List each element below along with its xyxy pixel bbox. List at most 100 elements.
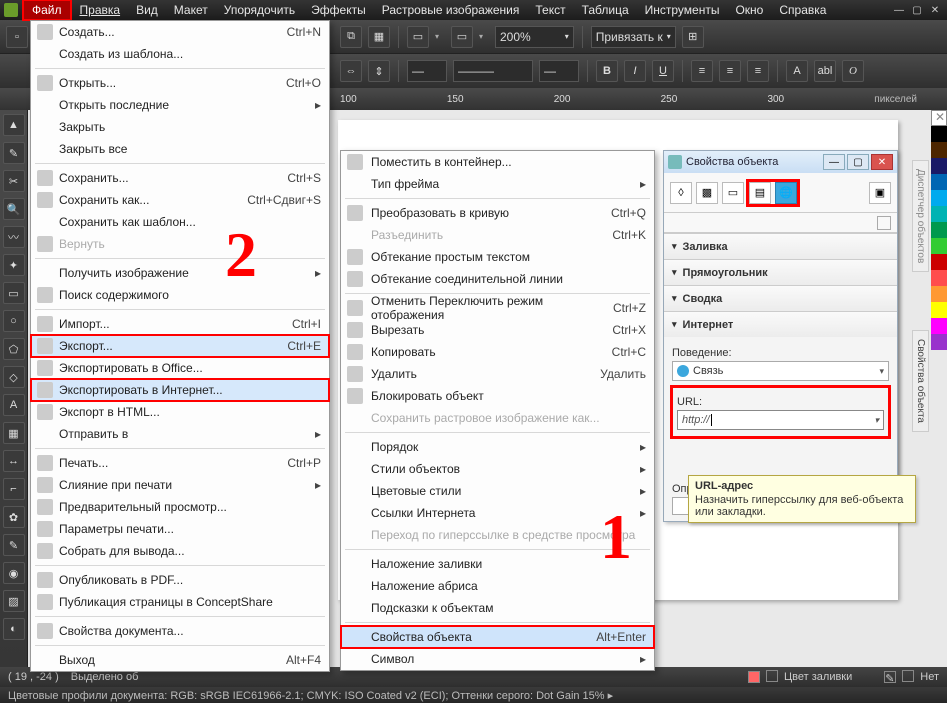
italic-icon[interactable]: I bbox=[624, 60, 646, 82]
snap-select[interactable]: Привязать к ▾ bbox=[591, 26, 676, 48]
tab-internet-icon[interactable]: 🌐 bbox=[775, 182, 797, 204]
fill-tool-icon[interactable]: ▨ bbox=[3, 590, 25, 612]
file-menu-item[interactable]: Сохранить как шаблон... bbox=[31, 211, 329, 233]
tool-icon[interactable]: ⊞ bbox=[682, 26, 704, 48]
window-restore-icon[interactable]: ▢ bbox=[909, 3, 925, 17]
file-menu-item[interactable]: Экспорт...Ctrl+E bbox=[31, 335, 329, 357]
interactive-tool-icon[interactable]: ✿ bbox=[3, 506, 25, 528]
ellipse-tool-icon[interactable]: ○ bbox=[3, 310, 25, 332]
crop-tool-icon[interactable]: ✂ bbox=[3, 170, 25, 192]
interactive-fill-icon[interactable]: ◐ bbox=[3, 618, 25, 640]
menu-help[interactable]: Справка bbox=[771, 1, 834, 19]
context-menu-item[interactable]: Порядок▸ bbox=[341, 436, 654, 458]
tool-icon[interactable]: ▭ bbox=[451, 26, 473, 48]
context-menu-item[interactable]: Наложение абриса bbox=[341, 575, 654, 597]
window-minimize-icon[interactable]: — bbox=[891, 3, 907, 17]
line-style-select[interactable]: — bbox=[407, 60, 447, 82]
objprops-maximize-icon[interactable]: ▢ bbox=[847, 154, 869, 170]
context-menu-item[interactable]: Обтекание соединительной линии bbox=[341, 268, 654, 290]
pick-tool-icon[interactable]: ▲ bbox=[3, 114, 25, 136]
text-icon[interactable]: A bbox=[786, 60, 808, 82]
align-left-icon[interactable]: ≡ bbox=[691, 60, 713, 82]
dimension-tool-icon[interactable]: ↔ bbox=[3, 450, 25, 472]
file-menu-item[interactable]: Слияние при печати▸ bbox=[31, 474, 329, 496]
url-input[interactable]: http:// bbox=[677, 410, 884, 430]
tab-rect-icon[interactable]: ▭ bbox=[722, 182, 744, 204]
table-tool-icon[interactable]: ▦ bbox=[3, 422, 25, 444]
file-menu-item[interactable]: Экспортировать в Office... bbox=[31, 357, 329, 379]
section-summary[interactable]: Сводка bbox=[664, 285, 897, 311]
file-menu-item[interactable]: Сохранить как...Ctrl+Сдвиг+S bbox=[31, 189, 329, 211]
lock-scroll-icon[interactable] bbox=[877, 216, 891, 230]
align-icon[interactable]: ⇕ bbox=[368, 60, 390, 82]
file-menu-item[interactable]: Закрыть все bbox=[31, 138, 329, 160]
context-menu-item[interactable]: Поместить в контейнер... bbox=[341, 151, 654, 173]
tool-icon[interactable]: ▭ bbox=[407, 26, 429, 48]
tool-icon[interactable]: ⧉ bbox=[340, 26, 362, 48]
align-icon[interactable]: ⇔ bbox=[340, 60, 362, 82]
context-menu-item[interactable]: Подсказки к объектам bbox=[341, 597, 654, 619]
context-menu-item[interactable]: Отменить Переключить режим отображенияCt… bbox=[341, 297, 654, 319]
tool-icon[interactable]: ▦ bbox=[368, 26, 390, 48]
freehand-tool-icon[interactable]: 〰 bbox=[3, 226, 25, 248]
menu-effects[interactable]: Эффекты bbox=[303, 1, 374, 19]
file-menu-item[interactable]: Открыть последние▸ bbox=[31, 94, 329, 116]
menu-window[interactable]: Окно bbox=[727, 1, 771, 19]
context-menu-item[interactable]: Преобразовать в кривуюCtrl+Q bbox=[341, 202, 654, 224]
file-menu-item[interactable]: Открыть...Ctrl+O bbox=[31, 72, 329, 94]
smart-tool-icon[interactable]: ✦ bbox=[3, 254, 25, 276]
eyedropper-tool-icon[interactable]: ✎ bbox=[3, 534, 25, 556]
menu-arrange[interactable]: Упорядочить bbox=[216, 1, 303, 19]
color-swatch[interactable] bbox=[931, 142, 947, 158]
o-icon[interactable]: O bbox=[842, 60, 864, 82]
context-menu-item[interactable]: Обтекание простым текстом bbox=[341, 246, 654, 268]
new-doc-icon[interactable]: ▫ bbox=[6, 26, 28, 48]
align-right-icon[interactable]: ≡ bbox=[747, 60, 769, 82]
window-close-icon[interactable]: ✕ bbox=[927, 3, 943, 17]
color-swatch[interactable] bbox=[931, 286, 947, 302]
basic-shapes-icon[interactable]: ◇ bbox=[3, 366, 25, 388]
outline-tool-icon[interactable]: ◉ bbox=[3, 562, 25, 584]
section-rect[interactable]: Прямоугольник bbox=[664, 259, 897, 285]
objprops-close-icon[interactable]: ✕ bbox=[871, 154, 893, 170]
tab-summary-icon[interactable]: ▤ bbox=[749, 182, 771, 204]
file-menu-item[interactable]: Создать из шаблона... bbox=[31, 43, 329, 65]
context-menu-item[interactable]: Стили объектов▸ bbox=[341, 458, 654, 480]
zoom-tool-icon[interactable]: 🔍 bbox=[3, 198, 25, 220]
objprops-minimize-icon[interactable]: — bbox=[823, 154, 845, 170]
file-menu-item[interactable]: Сохранить...Ctrl+S bbox=[31, 167, 329, 189]
color-swatch[interactable] bbox=[931, 222, 947, 238]
menu-layout[interactable]: Макет bbox=[166, 1, 216, 19]
tab-fill-icon[interactable]: ▩ bbox=[696, 182, 718, 204]
color-swatch[interactable] bbox=[931, 270, 947, 286]
underline-icon[interactable]: U bbox=[652, 60, 674, 82]
file-menu-item[interactable]: Экспорт в HTML... bbox=[31, 401, 329, 423]
file-menu-item[interactable]: Публикация страницы в ConceptShare bbox=[31, 591, 329, 613]
file-menu-item[interactable]: Опубликовать в PDF... bbox=[31, 569, 329, 591]
menu-text[interactable]: Текст bbox=[527, 1, 573, 19]
shape-tool-icon[interactable]: ✎ bbox=[3, 142, 25, 164]
behavior-select[interactable]: Связь bbox=[672, 361, 889, 381]
polygon-tool-icon[interactable]: ⬠ bbox=[3, 338, 25, 360]
text-tool-icon[interactable]: A bbox=[3, 394, 25, 416]
menu-view[interactable]: Вид bbox=[128, 1, 166, 19]
section-fill[interactable]: Заливка bbox=[664, 233, 897, 259]
menu-tools[interactable]: Инструменты bbox=[637, 1, 728, 19]
file-menu-item[interactable]: Экспортировать в Интернет... bbox=[31, 379, 329, 401]
file-menu-item[interactable]: ВыходAlt+F4 bbox=[31, 649, 329, 671]
docker-tab-objects-manager[interactable]: Диспетчер объектов bbox=[912, 160, 929, 272]
menu-edit[interactable]: Правка bbox=[72, 1, 129, 19]
color-swatch[interactable] bbox=[931, 318, 947, 334]
file-menu-item[interactable]: Печать...Ctrl+P bbox=[31, 452, 329, 474]
color-swatch[interactable] bbox=[931, 206, 947, 222]
file-menu-item[interactable]: Собрать для вывода... bbox=[31, 540, 329, 562]
docker-tab-object-props[interactable]: Свойства объекта bbox=[912, 330, 929, 432]
color-swatch[interactable] bbox=[931, 334, 947, 350]
file-menu-item[interactable]: Импорт...Ctrl+I bbox=[31, 313, 329, 335]
file-menu-item[interactable]: Поиск содержимого bbox=[31, 284, 329, 306]
menu-bitmaps[interactable]: Растровые изображения bbox=[374, 1, 528, 19]
arrow-select[interactable]: — bbox=[539, 60, 579, 82]
file-menu-item[interactable]: Свойства документа... bbox=[31, 620, 329, 642]
file-menu-item[interactable]: Предварительный просмотр... bbox=[31, 496, 329, 518]
bold-icon[interactable]: В bbox=[596, 60, 618, 82]
